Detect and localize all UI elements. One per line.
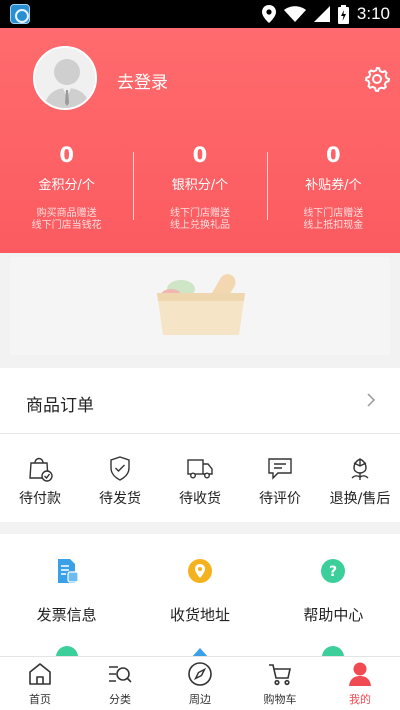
order-pending-payment[interactable]: 待付款 — [0, 434, 80, 522]
invoice-info-item[interactable]: 发票信息 — [0, 534, 133, 656]
order-status-label: 待收货 — [179, 491, 221, 507]
coupon-desc-1: 线下门店赠送 — [303, 208, 364, 219]
avatar[interactable] — [33, 46, 97, 110]
order-status-label: 待评价 — [259, 491, 301, 507]
silver-points-desc-1: 线下门店赠送 — [169, 208, 230, 219]
banner-placeholder[interactable] — [10, 257, 390, 355]
shipping-address-label: 收货地址 — [169, 606, 230, 624]
profile-header: 去登录 0 金积分/个 购买商品赠送 线下门店当钱花 0 银积分/个 线下门店赠… — [0, 28, 400, 253]
next-row-icon-peek — [56, 646, 78, 656]
status-bar: 3:10 — [0, 0, 400, 28]
login-link[interactable]: 去登录 — [117, 68, 168, 93]
order-status-row: 待付款 待发货 待收货 待评价 退换/售后 — [0, 434, 400, 522]
gear-icon[interactable] — [364, 66, 390, 92]
silver-points-value: 0 — [192, 143, 208, 167]
bottom-tab-bar: 首页 分类 周边 购物车 我的 — [0, 656, 400, 710]
default-avatar-icon — [35, 48, 95, 108]
tab-label: 周边 — [189, 693, 211, 706]
tab-mine[interactable]: 我的 — [320, 657, 400, 710]
gold-points-label: 金积分/个 — [38, 178, 95, 193]
shield-check-icon — [110, 456, 130, 481]
order-status-label: 待发货 — [99, 491, 141, 507]
orders-header[interactable]: 商品订单 — [0, 368, 400, 434]
orders-title: 商品订单 — [26, 396, 94, 416]
order-pending-review[interactable]: 待评价 — [240, 434, 320, 522]
location-status-icon — [261, 5, 276, 23]
order-pending-receipt[interactable]: 待收货 — [160, 434, 240, 522]
svg-text:?: ? — [329, 564, 337, 580]
help-center-label: 帮助中心 — [303, 606, 364, 624]
home-icon — [29, 663, 51, 685]
order-after-sales[interactable]: 退换/售后 — [320, 434, 400, 522]
tab-category[interactable]: 分类 — [80, 657, 160, 710]
silver-points-stat[interactable]: 0 银积分/个 线下门店赠送 线上兑换礼品 — [133, 140, 266, 235]
flower-icon — [351, 458, 369, 480]
gold-points-desc-2: 线下门店当钱花 — [31, 220, 102, 231]
coupon-value: 0 — [326, 143, 341, 167]
location-icon — [187, 559, 212, 583]
tab-home[interactable]: 首页 — [0, 657, 80, 710]
order-pending-shipment[interactable]: 待发货 — [80, 434, 160, 522]
silver-points-desc-2: 线上兑换礼品 — [169, 220, 230, 231]
invoice-icon — [57, 559, 79, 583]
help-icon: ? — [321, 559, 346, 583]
clock: 3:10 — [356, 4, 390, 23]
comment-icon — [268, 458, 292, 480]
coupon-desc-2: 线上抵扣现金 — [303, 220, 364, 231]
next-row-icon-peek — [189, 646, 211, 656]
cart-icon — [269, 664, 291, 686]
wifi-icon — [283, 6, 306, 22]
help-center-item[interactable]: ? 帮助中心 — [267, 534, 400, 656]
chevron-right-icon — [367, 393, 376, 407]
truck-icon — [187, 459, 213, 479]
coupon-stat[interactable]: 0 补贴券/个 线下门店赠送 线上抵扣现金 — [266, 140, 400, 235]
tab-label: 购物车 — [263, 693, 297, 706]
app-notification-icon — [10, 4, 30, 24]
order-status-label: 待付款 — [19, 491, 61, 507]
tab-label: 首页 — [29, 693, 51, 706]
next-row-icon-peek — [322, 646, 344, 656]
user-icon — [349, 662, 371, 686]
shopping-bag-icon — [29, 457, 53, 482]
tab-nearby[interactable]: 周边 — [160, 657, 240, 710]
category-search-icon — [109, 666, 132, 683]
points-stats: 0 金积分/个 购买商品赠送 线下门店当钱花 0 银积分/个 线下门店赠送 线上… — [0, 140, 400, 235]
signal-icon — [313, 6, 330, 22]
order-status-label: 退换/售后 — [329, 491, 391, 507]
grocery-basket-icon — [157, 274, 245, 335]
gold-points-desc-1: 购买商品赠送 — [36, 208, 97, 219]
battery-charging-icon — [337, 4, 349, 24]
silver-points-label: 银积分/个 — [171, 178, 229, 193]
tab-cart[interactable]: 购物车 — [240, 657, 320, 710]
invoice-info-label: 发票信息 — [36, 606, 97, 624]
compass-icon — [188, 662, 212, 686]
services-grid: 发票信息 收货地址 ? 帮助中心 — [0, 534, 400, 656]
shipping-address-item[interactable]: 收货地址 — [133, 534, 266, 656]
gold-points-value: 0 — [59, 143, 74, 167]
tab-label: 分类 — [109, 693, 131, 706]
gold-points-stat[interactable]: 0 金积分/个 购买商品赠送 线下门店当钱花 — [0, 140, 133, 235]
coupon-label: 补贴券/个 — [305, 178, 362, 193]
tab-label: 我的 — [349, 693, 371, 706]
